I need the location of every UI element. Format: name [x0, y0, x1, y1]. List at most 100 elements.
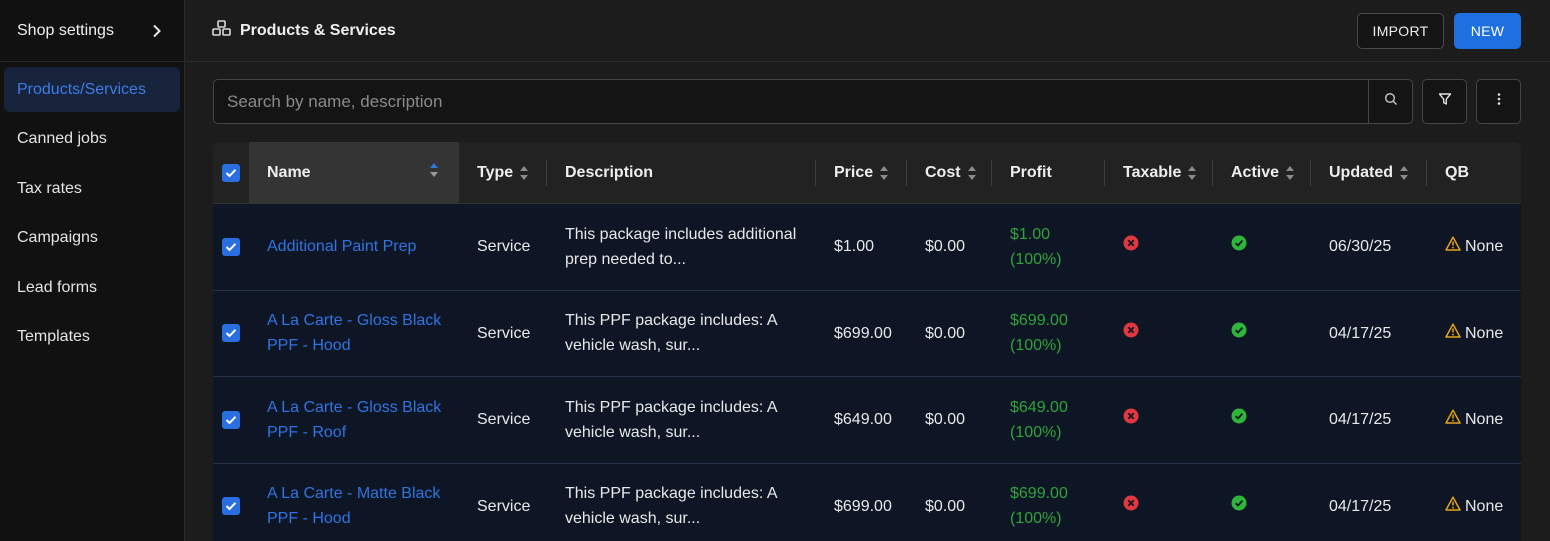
column-header-active[interactable]: Active [1213, 142, 1311, 204]
qb-status: None [1465, 238, 1504, 256]
main-content: Products & Services IMPORT NEW Search by… [186, 0, 1550, 541]
nav-item-tax-rates[interactable]: Tax rates [4, 166, 180, 211]
product-price: $699.00 [834, 497, 892, 515]
product-name-link[interactable]: Additional Paint Prep [267, 234, 416, 259]
profit-amount: $699.00 [1010, 485, 1068, 503]
qb-status: None [1465, 411, 1504, 429]
profit-percent: (100%) [1010, 337, 1062, 355]
products-icon [212, 19, 231, 42]
product-name-line1: Additional Paint Prep [267, 238, 417, 256]
column-header-name[interactable]: Name [249, 142, 459, 204]
sort-icon [519, 165, 529, 181]
product-description: This PPF package includes: A vehicle wash… [565, 308, 778, 358]
product-cost: $0.00 [925, 238, 966, 256]
column-header-description-label: Description [565, 163, 654, 181]
row-checkbox[interactable] [222, 410, 240, 429]
product-name-line1: A La Carte - Gloss Black [267, 398, 442, 416]
product-name-line2: PPF - Roof [267, 423, 347, 441]
sidebar: Shop settings Products/Services Canned j… [0, 0, 185, 541]
row-checkbox[interactable] [222, 324, 240, 343]
sort-icon [1187, 165, 1197, 181]
table-row[interactable]: A La Carte - Gloss Black PPF - Roof Servi… [213, 377, 1521, 464]
column-header-updated[interactable]: Updated [1311, 142, 1427, 204]
table-row[interactable]: Additional Paint Prep Service This packa… [213, 204, 1521, 291]
product-profit: $649.00 (100%) [1010, 395, 1068, 445]
chevron-right-icon[interactable] [150, 24, 164, 38]
profit-percent: (100%) [1010, 423, 1062, 441]
row-checkbox[interactable] [222, 497, 240, 516]
product-cost: $0.00 [925, 324, 966, 342]
filter-button[interactable] [1422, 79, 1467, 124]
product-type: Service [477, 238, 531, 256]
check-icon [225, 329, 237, 338]
product-name-line2: PPF - Hood [267, 337, 351, 355]
warning-icon [1445, 321, 1461, 346]
nav-item-lead-forms[interactable]: Lead forms [4, 265, 180, 310]
check-icon [225, 242, 237, 252]
sort-icon [1285, 165, 1295, 181]
search-icon [1384, 92, 1398, 111]
x-circle-icon [1123, 321, 1139, 346]
nav-item-campaigns[interactable]: Campaigns [4, 216, 180, 261]
column-header-profit-label: Profit [1010, 163, 1052, 181]
product-name-link[interactable]: A La Carte - Gloss Black PPF - Hood [267, 308, 441, 358]
table-row[interactable]: A La Carte - Matte Black PPF - Hood Servi… [213, 464, 1521, 541]
search-row [213, 79, 1521, 124]
more-options-button[interactable] [1476, 79, 1521, 124]
column-header-taxable[interactable]: Taxable [1105, 142, 1213, 204]
column-header-profit[interactable]: Profit [992, 142, 1105, 204]
sort-asc-icon [429, 162, 439, 183]
column-header-taxable-label: Taxable [1123, 163, 1182, 181]
x-circle-icon [1123, 234, 1139, 259]
product-type: Service [477, 324, 531, 342]
description-line1: This package includes additional [565, 225, 797, 243]
new-button[interactable]: NEW [1454, 12, 1521, 49]
column-header-cost-label: Cost [925, 163, 961, 181]
qb-status: None [1465, 497, 1504, 515]
profit-amount: $649.00 [1010, 398, 1068, 416]
product-name-link[interactable]: A La Carte - Matte Black PPF - Hood [267, 481, 440, 531]
check-icon [225, 415, 237, 425]
product-name-link[interactable]: A La Carte - Gloss Black PPF - Roof [267, 395, 441, 445]
profit-amount: $699.00 [1010, 312, 1068, 330]
nav-item-canned-jobs[interactable]: Canned jobs [4, 117, 180, 162]
nav-item-templates[interactable]: Templates [4, 315, 180, 360]
more-vertical-icon [1497, 92, 1501, 111]
product-profit: $699.00 (100%) [1010, 481, 1068, 531]
product-name-line1: A La Carte - Gloss Black [267, 312, 442, 330]
column-header-updated-label: Updated [1329, 163, 1393, 181]
column-header-type[interactable]: Type [459, 142, 547, 204]
profit-percent: (100%) [1010, 510, 1062, 528]
description-line1: This PPF package includes: A [565, 485, 778, 503]
nav-item-products-services[interactable]: Products/Services [4, 67, 180, 112]
product-name-line2: PPF - Hood [267, 510, 351, 528]
sort-icon [879, 165, 889, 181]
product-description: This package includes additional prep nee… [565, 222, 796, 272]
column-header-price-label: Price [834, 163, 874, 181]
settings-nav: Products/Services Canned jobs Tax rates … [0, 62, 184, 360]
page-title: Products & Services [240, 21, 396, 39]
product-cost: $0.00 [925, 411, 966, 429]
description-line2: vehicle wash, sur... [565, 510, 701, 528]
x-circle-icon [1123, 494, 1139, 519]
column-header-cost[interactable]: Cost [907, 142, 992, 204]
column-header-qb-label: QB [1445, 163, 1469, 181]
search-input[interactable] [214, 80, 1368, 123]
updated-date: 06/30/25 [1329, 238, 1392, 256]
updated-date: 04/17/25 [1329, 324, 1392, 342]
select-all-checkbox[interactable] [222, 163, 240, 182]
product-price: $649.00 [834, 411, 892, 429]
search-button[interactable] [1368, 80, 1412, 123]
warning-icon [1445, 407, 1461, 432]
description-line1: This PPF package includes: A [565, 398, 778, 416]
table-row[interactable]: A La Carte - Gloss Black PPF - Hood Servi… [213, 291, 1521, 377]
import-button[interactable]: IMPORT [1357, 12, 1444, 49]
column-header-qb[interactable]: QB [1427, 142, 1521, 204]
column-header-description[interactable]: Description [547, 142, 816, 204]
check-circle-icon [1231, 407, 1247, 432]
column-header-price[interactable]: Price [816, 142, 907, 204]
check-circle-icon [1231, 234, 1247, 259]
row-checkbox[interactable] [222, 237, 240, 256]
qb-status: None [1465, 324, 1504, 342]
shop-settings-header[interactable]: Shop settings [0, 0, 184, 62]
